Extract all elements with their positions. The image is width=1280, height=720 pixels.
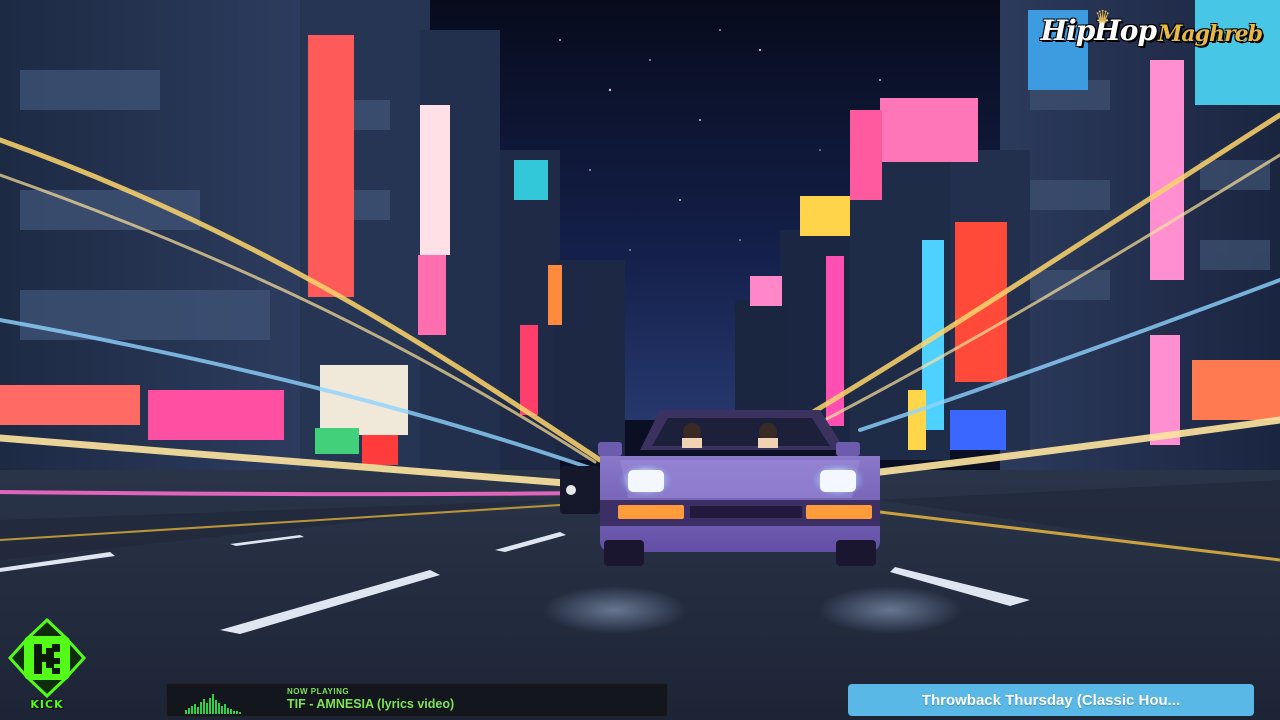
crown-icon: ♛ bbox=[1094, 7, 1111, 27]
stream-title-text: Throwback Thursday (Classic Hou... bbox=[921, 691, 1181, 709]
video-frame-background bbox=[0, 0, 1280, 720]
now-playing-widget: NOW PLAYING TIF - AMNESIA (lyrics video) bbox=[166, 683, 668, 717]
audio-visualizer-icon bbox=[185, 694, 241, 714]
brand-logo-text-2: Maghreb bbox=[1158, 21, 1263, 47]
now-playing-label: NOW PLAYING bbox=[287, 687, 350, 696]
now-playing-track: TIF - AMNESIA (lyrics video) bbox=[287, 697, 455, 711]
brand-logo: ♛ HipHop Maghreb bbox=[1041, 8, 1263, 47]
kick-logo-icon bbox=[7, 618, 87, 698]
kick-badge: KICK bbox=[6, 618, 88, 714]
kick-label: KICK bbox=[30, 698, 64, 711]
stream-title-banner: Throwback Thursday (Classic Hou... bbox=[848, 684, 1254, 716]
